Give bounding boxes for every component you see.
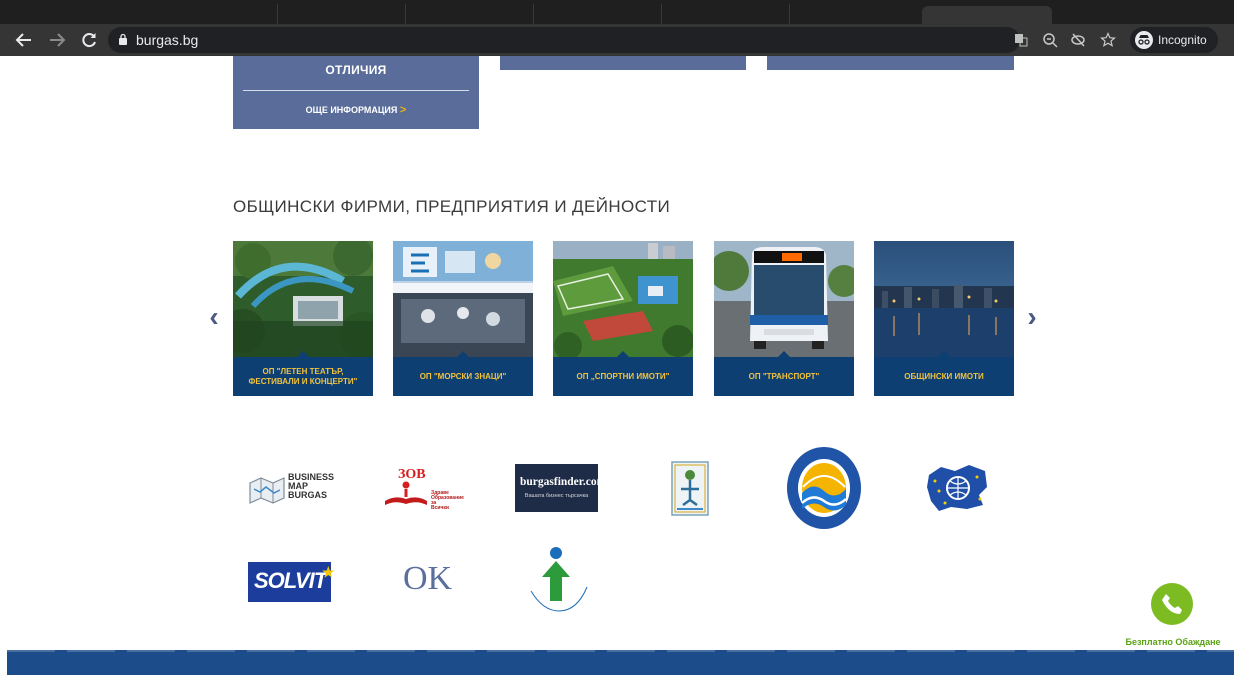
burgasfinder-tagline: Вашата бизнес търсачка [524, 493, 589, 499]
browser-tab-strip [0, 0, 1234, 24]
info-box-partial [767, 56, 1014, 70]
forward-arrow-icon[interactable] [46, 29, 68, 51]
info-box-heading: ОТЛИЧИЯ [325, 63, 387, 77]
reload-icon[interactable] [78, 29, 100, 51]
card-image-municipal-properties [874, 241, 1014, 357]
carousel-card[interactable]: ОП "ЛЕТЕН ТЕАТЪР, ФЕСТИВАЛИ И КОНЦЕРТИ" [233, 241, 373, 396]
free-call-button[interactable] [1151, 583, 1193, 625]
ok-logo[interactable]: OK [403, 560, 452, 602]
chevron-right-icon: > [399, 104, 407, 116]
burgasfinder-name: burgasfinder.com [520, 476, 607, 488]
solvit-logo[interactable]: SOLVIT ★ [248, 562, 335, 602]
more-info-label: ОЩЕ ИНФОРМАЦИЯ [305, 105, 398, 115]
business-map-text: BUSINESS MAP BURGAS [288, 472, 335, 500]
solvit-name: SOLVIT [254, 568, 327, 593]
card-caption: ОП "ЛЕТЕН ТЕАТЪР, ФЕСТИВАЛИ И КОНЦЕРТИ" [248, 366, 358, 386]
browser-tab[interactable] [406, 4, 534, 24]
star-icon[interactable] [1100, 32, 1116, 48]
info-box-partial [500, 56, 746, 70]
card-caption: ОП „СПОРТНИ ИМОТИ" [576, 371, 670, 381]
browser-tab[interactable] [662, 4, 790, 24]
translate-icon[interactable] [1013, 32, 1029, 48]
info-box-awards: ОТЛИЧИЯ ОЩЕ ИНФОРМАЦИЯ > [233, 56, 479, 129]
ok-name: OK [403, 560, 453, 597]
card-image-sports-properties [553, 241, 693, 357]
card-image-sea-signs [393, 241, 533, 357]
carousel-card[interactable]: ОБЩИНСКИ ИМОТИ [874, 241, 1014, 396]
browser-tab[interactable] [534, 4, 662, 24]
carousel-card[interactable]: ОП "ТРАНСПОРТ" [714, 241, 854, 396]
zov-subtitle: Здраве Образование за Всички [431, 490, 464, 511]
page: burgas.bg Incognito ОТЛИЧИЯ ОЩЕ ИНФОРМАЦ… [0, 0, 1234, 675]
card-caption: ОП "МОРСКИ ЗНАЦИ" [419, 371, 507, 381]
business-map-burgas-logo[interactable]: BUSINESS MAP BURGAS [248, 473, 338, 507]
card-caption: ОП "ТРАНСПОРТ" [748, 371, 820, 381]
browser-tab[interactable] [278, 4, 406, 24]
page-footer [7, 650, 1234, 675]
card-image-transport-bus [714, 241, 854, 357]
info-box-divider [243, 90, 469, 91]
incognito-label: Incognito [1158, 33, 1207, 47]
free-call-label: Безплатно Обаждане [1125, 637, 1221, 647]
carousel-prev-button[interactable]: ‹ [204, 303, 224, 331]
browser-tab[interactable] [150, 4, 278, 24]
obshtestven-daritelski-fond-logo[interactable] [785, 445, 863, 531]
litse-kam-horata-logo[interactable] [523, 545, 593, 615]
carousel-card[interactable]: ОП „СПОРТНИ ИМОТИ" [553, 241, 693, 396]
footer-decoration [7, 650, 1234, 652]
browser-tab-active[interactable] [922, 6, 1052, 24]
star-icon: ★ [322, 564, 335, 580]
carousel-card[interactable]: ОП "МОРСКИ ЗНАЦИ" [393, 241, 533, 396]
phone-icon [1162, 594, 1182, 614]
eu-bulgaria-map-logo[interactable] [925, 461, 991, 515]
card-image-summer-theatre [233, 241, 373, 357]
burgasfinder-logo[interactable]: burgasfinder.com Вашата бизнес търсачка [515, 464, 606, 512]
incognito-icon [1135, 31, 1153, 49]
lock-icon [119, 33, 127, 45]
carousel-next-button[interactable]: › [1022, 303, 1042, 331]
browser-toolbar: burgas.bg Incognito [0, 24, 1234, 56]
municipal-emblem-logo[interactable] [671, 461, 709, 516]
incognito-badge[interactable]: Incognito [1130, 27, 1218, 53]
back-arrow-icon[interactable] [13, 29, 35, 51]
zoom-icon[interactable] [1042, 32, 1058, 48]
url-text: burgas.bg [136, 32, 199, 48]
section-title: ОБЩИНСКИ ФИРМИ, ПРЕДПРИЯТИЯ И ДЕЙНОСТИ [233, 197, 671, 216]
card-caption: ОБЩИНСКИ ИМОТИ [904, 371, 984, 381]
more-info-link[interactable]: ОЩЕ ИНФОРМАЦИЯ > [233, 104, 479, 116]
eye-slash-icon[interactable] [1070, 32, 1086, 48]
address-bar[interactable]: burgas.bg [108, 27, 1020, 53]
zov-logo[interactable]: ЗОВ Здраве Образование за Всички [381, 467, 464, 511]
